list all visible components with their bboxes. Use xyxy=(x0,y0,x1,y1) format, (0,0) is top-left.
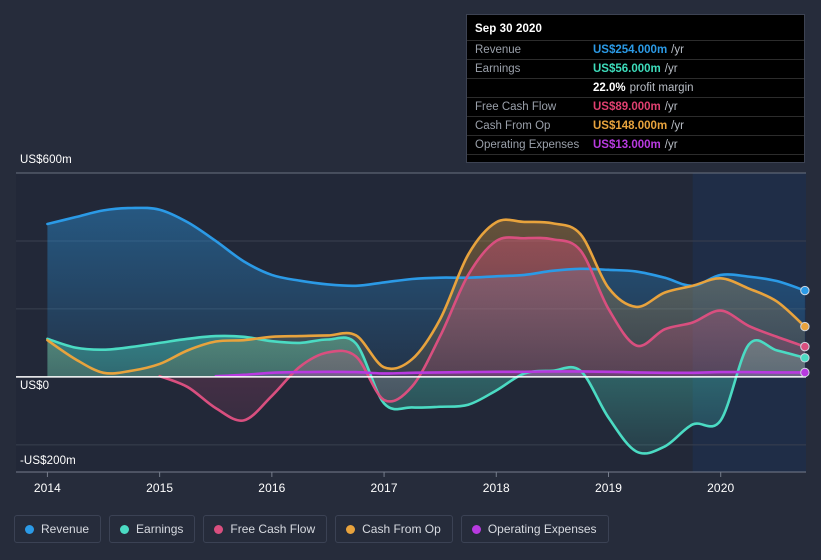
legend-item-cash-from-op[interactable]: Cash From Op xyxy=(335,515,453,543)
y-axis-label-zero: US$0 xyxy=(20,380,50,392)
legend-item-operating-expenses[interactable]: Operating Expenses xyxy=(460,515,609,543)
x-axis-label-2014: 2014 xyxy=(33,481,61,495)
endpoint-dot-revenue xyxy=(800,285,810,296)
legend-item-label: Cash From Op xyxy=(362,522,441,536)
tooltip-row-value: US$148.000m/yr xyxy=(593,120,684,132)
legend-item-earnings[interactable]: Earnings xyxy=(109,515,196,543)
x-axis-ticks xyxy=(46,472,722,477)
tooltip-row-label: Operating Expenses xyxy=(475,139,580,151)
x-axis-label-2015: 2015 xyxy=(146,481,174,495)
tooltip-row-value: US$56.000m/yr xyxy=(593,63,678,75)
tooltip-row-label: Earnings xyxy=(475,63,521,75)
tooltip-row-value: US$13.000m/yr xyxy=(593,139,678,151)
legend-color-dot-icon xyxy=(346,524,356,534)
endpoint-dot-earnings xyxy=(800,353,810,363)
tooltip-row: Operating Expenses US$13.000m/yr xyxy=(467,135,804,155)
tooltip-row: 22.0% profit margin xyxy=(467,78,804,97)
tooltip-row-value: 22.0% profit margin xyxy=(593,82,694,94)
data-tooltip: Sep 30 2020 Revenue US$254.000m/yr Earning… xyxy=(466,14,805,163)
tooltip-row: Free Cash Flow US$89.000m/yr xyxy=(467,97,804,116)
tooltip-row-label: Revenue xyxy=(475,44,522,56)
legend-color-dot-icon xyxy=(214,524,224,534)
tooltip-row: Revenue US$254.000m/yr xyxy=(467,40,804,59)
x-axis-label-2019: 2019 xyxy=(594,481,623,495)
tooltip-row-label: Free Cash Flow xyxy=(475,101,557,113)
tooltip-row-unit: /yr xyxy=(671,120,684,132)
x-axis-label-2017: 2017 xyxy=(370,481,398,495)
y-axis-label-bottom: -US$200m xyxy=(20,455,76,467)
tooltip-row-value: US$254.000m/yr xyxy=(593,44,684,56)
tooltip-row: Earnings US$56.000m/yr xyxy=(467,59,804,78)
legend-item-label: Revenue xyxy=(41,522,90,536)
tooltip-row-unit: /yr xyxy=(664,139,678,151)
tooltip-row-unit: /yr xyxy=(664,101,678,113)
chart-legend: Revenue Earnings Free Cash Flow Cash From O… xyxy=(14,515,609,543)
endpoint-dot-free-cash-flow xyxy=(800,341,810,352)
legend-item-label: Earnings xyxy=(136,522,184,536)
tooltip-row-label: Cash From Op xyxy=(475,120,551,132)
tooltip-date: Sep 30 2020 xyxy=(475,23,542,35)
tooltip-row-value: US$89.000m/yr xyxy=(593,101,678,113)
legend-item-free-cash-flow[interactable]: Free Cash Flow xyxy=(203,515,328,543)
x-axis-label-2018: 2018 xyxy=(482,481,510,495)
y-axis-label-top: US$600m xyxy=(20,154,72,166)
legend-item-label: Free Cash Flow xyxy=(230,522,316,536)
legend-color-dot-icon xyxy=(471,524,481,534)
tooltip-rows: Revenue US$254.000m/yr Earnings US$56.000m /… xyxy=(467,40,804,155)
tooltip-row-unit: profit margin xyxy=(629,82,694,94)
endpoint-dot-cash-from-op xyxy=(800,321,810,332)
tooltip-row: Cash From Op US$148.000m/yr xyxy=(467,116,804,135)
endpoint-dot-operating-expenses xyxy=(800,367,810,378)
tooltip-row-unit: /yr xyxy=(664,63,678,75)
financial-chart-widget: US$600m US$0 -US$200m 2014 2015 2016 2017 20… xyxy=(0,0,821,560)
legend-color-dot-icon xyxy=(25,524,34,534)
x-axis-label-2016: 2016 xyxy=(258,481,286,495)
x-axis-label-2020: 2020 xyxy=(707,481,735,495)
legend-color-dot-icon xyxy=(120,524,130,534)
tooltip-row-unit: /yr xyxy=(671,44,684,56)
legend-item-revenue[interactable]: Revenue xyxy=(14,515,102,543)
legend-item-label: Operating Expenses xyxy=(487,522,597,536)
